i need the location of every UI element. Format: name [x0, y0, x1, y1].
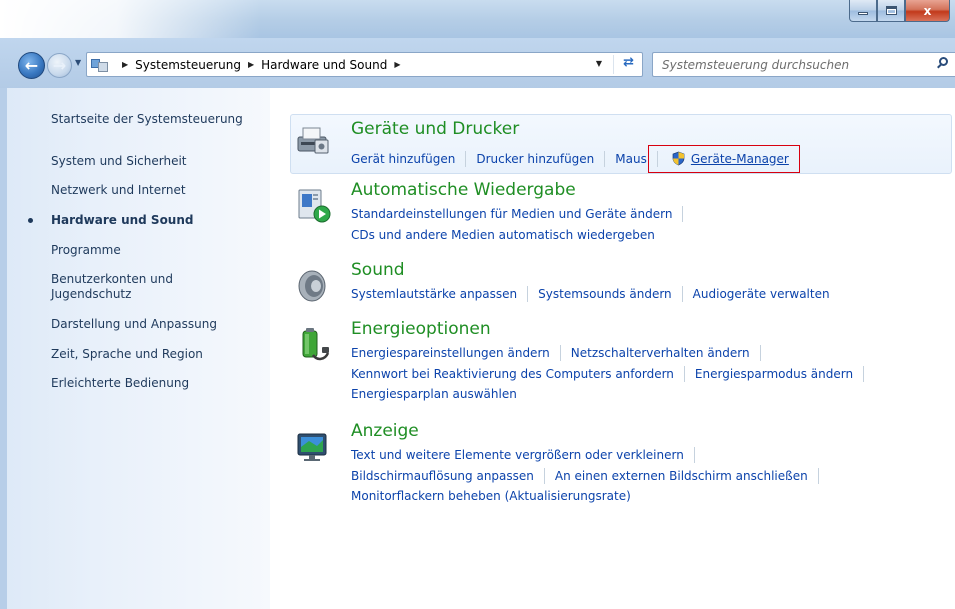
sidebar-item-benutzerkonten[interactable]: Benutzerkonten und Jugendschutz	[51, 272, 211, 302]
link-energiesparplan-auswaehlen[interactable]: Energiesparplan auswählen	[351, 387, 517, 401]
category-automatische-wiedergabe: Automatische Wiedergabe Standardeinstell…	[290, 178, 952, 248]
category-links-line-3: Energiesparplan auswählen	[351, 387, 517, 401]
link-divider	[682, 206, 684, 222]
category-links-line-2: Kennwort bei Reaktivierung des Computers…	[351, 366, 874, 382]
link-drucker-hinzufuegen[interactable]: Drucker hinzufügen	[476, 152, 594, 166]
window-frame-edge	[0, 88, 7, 609]
link-monitorflackern-beheben[interactable]: Monitorflackern beheben (Aktualisierungs…	[351, 489, 631, 503]
link-divider	[465, 151, 467, 167]
category-links-geraete-und-drucker: Gerät hinzufügen Drucker hinzufügen Maus…	[351, 145, 800, 173]
link-divider	[693, 447, 695, 463]
title-bar[interactable]: x	[0, 0, 955, 38]
link-energiespareinstellungen-aendern[interactable]: Energiespareinstellungen ändern	[351, 346, 550, 360]
category-title-automatische-wiedergabe[interactable]: Automatische Wiedergabe	[351, 180, 576, 200]
link-divider	[559, 345, 561, 361]
category-links-line-2: Bildschirmauflösung anpassen An einen ex…	[351, 468, 829, 484]
sidebar-item-zeit-sprache-region[interactable]: Zeit, Sprache und Region	[51, 347, 266, 362]
link-divider	[543, 468, 545, 484]
link-text-vergroessern[interactable]: Text und weitere Elemente vergrößern ode…	[351, 448, 684, 462]
link-energiesparmodus-aendern[interactable]: Energiesparmodus ändern	[695, 367, 853, 381]
search-icon[interactable]	[937, 57, 949, 69]
uac-shield-icon	[672, 151, 685, 166]
link-systemsounds-aendern[interactable]: Systemsounds ändern	[538, 287, 672, 301]
link-netzschalterverhalten-aendern[interactable]: Netzschalterverhalten ändern	[571, 346, 750, 360]
sidebar-item-darstellung[interactable]: Darstellung und Anpassung	[51, 317, 266, 332]
link-standardeinstellungen-medien[interactable]: Standardeinstellungen für Medien und Ger…	[351, 207, 672, 221]
address-dropdown-icon[interactable]: ▼	[596, 59, 602, 68]
category-links-line-1: Text und weitere Elemente vergrößern ode…	[351, 447, 705, 463]
breadcrumb-separator-icon[interactable]: ▶	[394, 60, 400, 69]
sidebar-item-programme[interactable]: Programme	[51, 243, 266, 258]
link-externen-bildschirm-anschliessen[interactable]: An einen externen Bildschirm anschließen	[555, 469, 808, 483]
minimize-button[interactable]	[849, 0, 877, 22]
recent-pages-dropdown[interactable]: ▼	[75, 58, 81, 67]
speaker-icon[interactable]	[295, 268, 331, 304]
breadcrumb-separator-icon[interactable]: ▶	[248, 60, 254, 69]
link-maus[interactable]: Maus	[615, 152, 647, 166]
breadcrumb-systemsteuerung[interactable]: Systemsteuerung	[135, 58, 241, 72]
search-box[interactable]	[652, 52, 955, 77]
search-input[interactable]	[662, 57, 912, 72]
category-links-line-1: Energiespareinstellungen ändern Netzscha…	[351, 345, 771, 361]
category-title-energieoptionen[interactable]: Energieoptionen	[351, 319, 491, 339]
sidebar-item-startseite[interactable]: Startseite der Systemsteuerung	[51, 112, 266, 127]
maximize-button[interactable]	[877, 0, 905, 22]
battery-icon[interactable]	[295, 327, 331, 363]
link-divider	[527, 286, 529, 302]
back-arrow-icon: ←	[24, 56, 39, 75]
link-bildschirmaufloesung-anpassen[interactable]: Bildschirmauflösung anpassen	[351, 469, 534, 483]
link-kennwort-bei-reaktivierung[interactable]: Kennwort bei Reaktivierung des Computers…	[351, 367, 674, 381]
category-links-line-3: Monitorflackern beheben (Aktualisierungs…	[351, 489, 631, 503]
refresh-icon[interactable]: ⇄	[623, 55, 634, 70]
link-divider	[863, 366, 865, 382]
category-title-sound[interactable]: Sound	[351, 260, 405, 280]
address-bar[interactable]: ▶ Systemsteuerung ▶ Hardware und Sound ▶…	[86, 52, 643, 77]
category-links-line-1: Standardeinstellungen für Medien und Ger…	[351, 206, 693, 222]
category-energieoptionen: Energieoptionen Energiespareinstellungen…	[290, 318, 952, 408]
close-button[interactable]: x	[905, 0, 950, 22]
category-anzeige: Anzeige Text und weitere Elemente vergrö…	[290, 420, 952, 510]
monitor-icon[interactable]	[295, 429, 331, 465]
caption-buttons: x	[849, 0, 950, 22]
forward-arrow-icon: →	[52, 56, 67, 75]
active-item-bullet	[28, 218, 33, 223]
address-divider	[613, 55, 614, 74]
sidebar: Startseite der Systemsteuerung System un…	[0, 88, 270, 609]
category-links-sound: Systemlautstärke anpassen Systemsounds ä…	[351, 286, 830, 302]
link-systemlautstaerke-anpassen[interactable]: Systemlautstärke anpassen	[351, 287, 517, 301]
category-links-line-2: CDs und andere Medien automatisch wieder…	[351, 228, 655, 242]
sidebar-item-erleichterte-bedienung[interactable]: Erleichterte Bedienung	[51, 376, 266, 391]
link-audiogeraete-verwalten[interactable]: Audiogeräte verwalten	[693, 287, 830, 301]
breadcrumb-separator-icon[interactable]: ▶	[122, 60, 128, 69]
minimize-icon	[858, 12, 868, 15]
sidebar-item-system-und-sicherheit[interactable]: System und Sicherheit	[51, 154, 266, 169]
category-title-anzeige[interactable]: Anzeige	[351, 421, 419, 441]
link-geraet-hinzufuegen[interactable]: Gerät hinzufügen	[351, 152, 455, 166]
navigation-bar: ← → ▼ ▶ Systemsteuerung ▶ Hardware und S…	[0, 38, 955, 88]
title-bar-glass	[0, 0, 260, 38]
link-divider	[681, 286, 683, 302]
main-content: Geräte und Drucker Gerät hinzufügen Druc…	[270, 88, 955, 609]
forward-button[interactable]: →	[47, 53, 72, 78]
link-divider	[604, 151, 606, 167]
back-button[interactable]: ←	[18, 52, 45, 79]
control-panel-icon	[91, 58, 109, 72]
link-divider	[817, 468, 819, 484]
category-sound: Sound Systemlautstärke anpassen Systemso…	[290, 259, 952, 311]
maximize-icon	[885, 6, 897, 15]
breadcrumb-hardware-und-sound[interactable]: Hardware und Sound	[261, 58, 387, 72]
link-cds-automatisch-wiedergeben[interactable]: CDs und andere Medien automatisch wieder…	[351, 228, 655, 242]
sidebar-item-hardware-und-sound[interactable]: Hardware und Sound	[51, 213, 266, 228]
sidebar-item-netzwerk-und-internet[interactable]: Netzwerk und Internet	[51, 183, 266, 198]
link-divider	[759, 345, 761, 361]
autoplay-icon[interactable]	[295, 187, 331, 223]
highlight-box-geraete-manager: Geräte-Manager	[647, 145, 800, 173]
category-geraete-und-drucker: Geräte und Drucker Gerät hinzufügen Druc…	[290, 114, 952, 176]
link-divider	[683, 366, 685, 382]
close-icon: x	[923, 3, 932, 18]
category-title-geraete-und-drucker[interactable]: Geräte und Drucker	[351, 119, 519, 139]
link-geraete-manager[interactable]: Geräte-Manager	[691, 152, 789, 166]
printer-icon[interactable]	[295, 123, 331, 159]
